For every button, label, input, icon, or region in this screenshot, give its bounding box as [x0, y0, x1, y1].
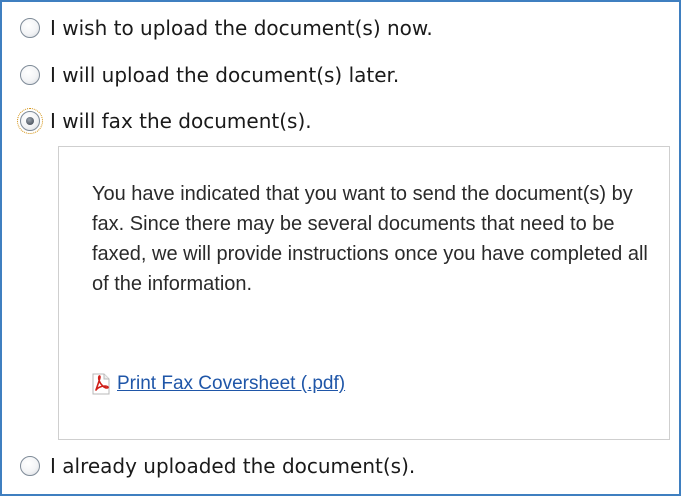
pdf-icon[interactable] [91, 373, 111, 395]
option-label[interactable]: I already uploaded the document(s). [50, 454, 415, 478]
option-fax[interactable]: I will fax the document(s). [17, 104, 312, 138]
option-upload-now[interactable]: I wish to upload the document(s) now. [20, 11, 433, 45]
radio-upload-later[interactable] [20, 65, 40, 85]
radio-already-uploaded[interactable] [20, 456, 40, 476]
fax-info-message: You have indicated that you want to send… [92, 183, 648, 295]
upload-options-panel: I wish to upload the document(s) now. I … [0, 0, 681, 496]
option-label[interactable]: I will fax the document(s). [50, 109, 312, 133]
option-label[interactable]: I will upload the document(s) later. [50, 63, 399, 87]
option-already-uploaded[interactable]: I already uploaded the document(s). [20, 449, 415, 483]
radio-upload-now[interactable] [20, 18, 40, 38]
radio-fax[interactable] [17, 108, 43, 134]
option-upload-later[interactable]: I will upload the document(s) later. [20, 58, 399, 92]
fax-coversheet-link-row[interactable]: Print Fax Coversheet (.pdf) [91, 373, 345, 395]
print-fax-coversheet-link[interactable]: Print Fax Coversheet (.pdf) [117, 373, 345, 395]
fax-info-box: You have indicated that you want to send… [58, 146, 670, 440]
option-label[interactable]: I wish to upload the document(s) now. [50, 16, 433, 40]
